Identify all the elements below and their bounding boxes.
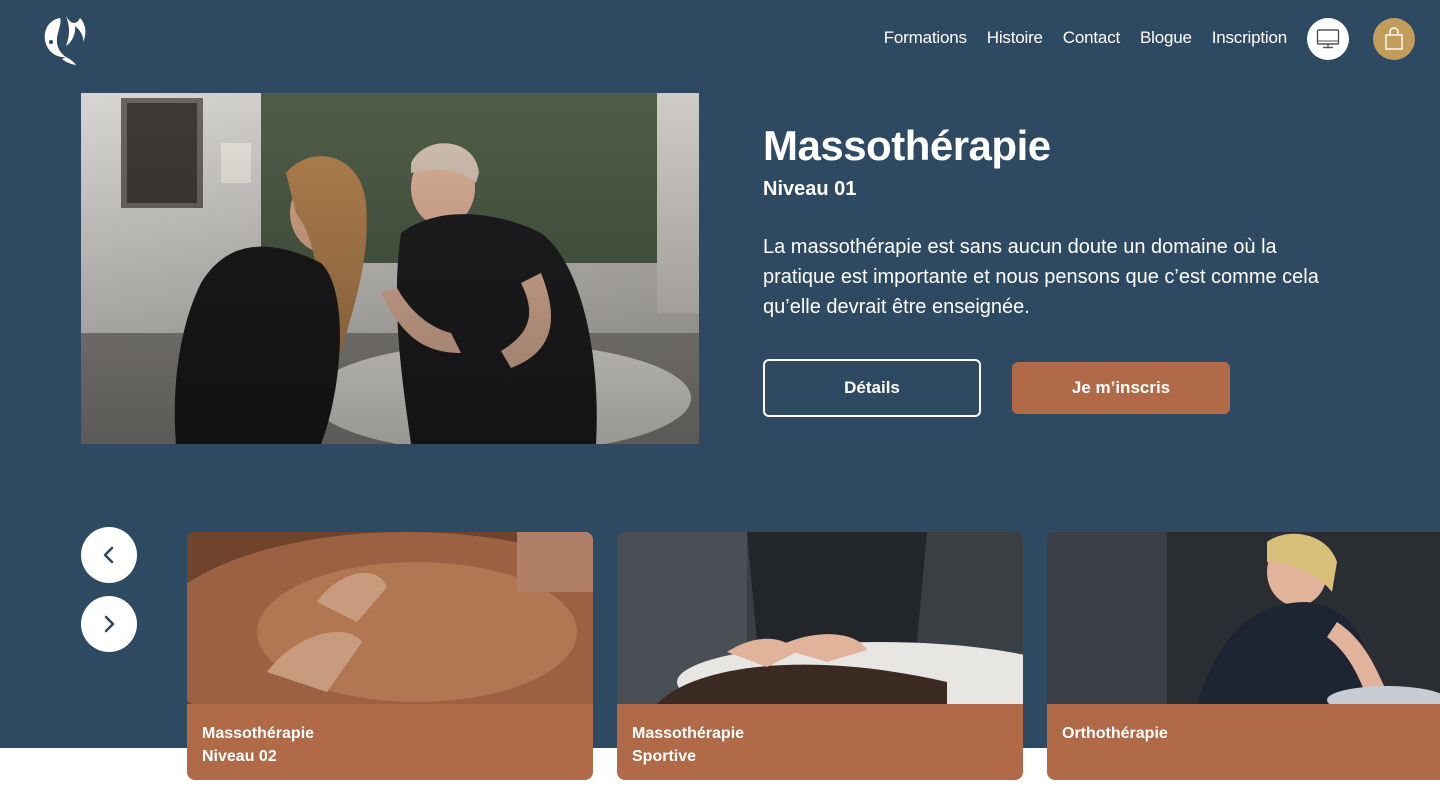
nav-formations[interactable]: Formations <box>884 28 967 48</box>
course-card-title-line1: Massothérapie <box>202 725 315 742</box>
hero-description: La massothérapie est sans aucun doute un… <box>763 236 1319 318</box>
hero-level: Niveau 01 <box>763 178 857 200</box>
course-card-title: Massothérapie Sportive <box>632 722 744 768</box>
course-card[interactable]: Orthothérapie <box>1047 532 1440 780</box>
hero-photo <box>81 93 699 444</box>
course-card-photo <box>1047 532 1440 704</box>
details-button[interactable]: Détails <box>763 359 981 417</box>
course-card-photo <box>187 532 593 704</box>
nav-inscription[interactable]: Inscription <box>1212 28 1287 48</box>
course-card-title-line2: Niveau 02 <box>202 748 277 765</box>
hero-title: Massothérapie <box>763 122 1051 169</box>
chevron-right-icon <box>104 615 115 633</box>
nav-contact[interactable]: Contact <box>1063 28 1120 48</box>
main-nav: Formations Histoire Contact Blogue Inscr… <box>884 28 1287 48</box>
nav-histoire[interactable]: Histoire <box>987 28 1043 48</box>
bird-logo-icon[interactable] <box>40 12 90 66</box>
course-card[interactable]: Massothérapie Sportive <box>617 532 1023 780</box>
course-card-title-line1: Massothérapie <box>632 725 745 742</box>
nav-blogue[interactable]: Blogue <box>1140 28 1192 48</box>
carousel-next-button[interactable] <box>81 596 137 652</box>
course-card-title-line2: Sportive <box>632 748 697 765</box>
monitor-icon <box>1316 29 1340 49</box>
chevron-left-icon <box>103 546 114 564</box>
course-card-title: Orthothérapie <box>1062 722 1168 745</box>
cart-button[interactable] <box>1373 18 1415 60</box>
course-card-title-line1: Orthothérapie <box>1062 725 1168 742</box>
course-card[interactable]: Massothérapie Niveau 02 <box>187 532 593 780</box>
course-card-title: Massothérapie Niveau 02 <box>202 722 314 768</box>
online-platform-button[interactable] <box>1307 18 1349 60</box>
shopping-bag-icon <box>1385 27 1403 50</box>
carousel-prev-button[interactable] <box>81 527 137 583</box>
register-button[interactable]: Je m’inscris <box>1012 362 1230 414</box>
course-card-photo <box>617 532 1023 704</box>
